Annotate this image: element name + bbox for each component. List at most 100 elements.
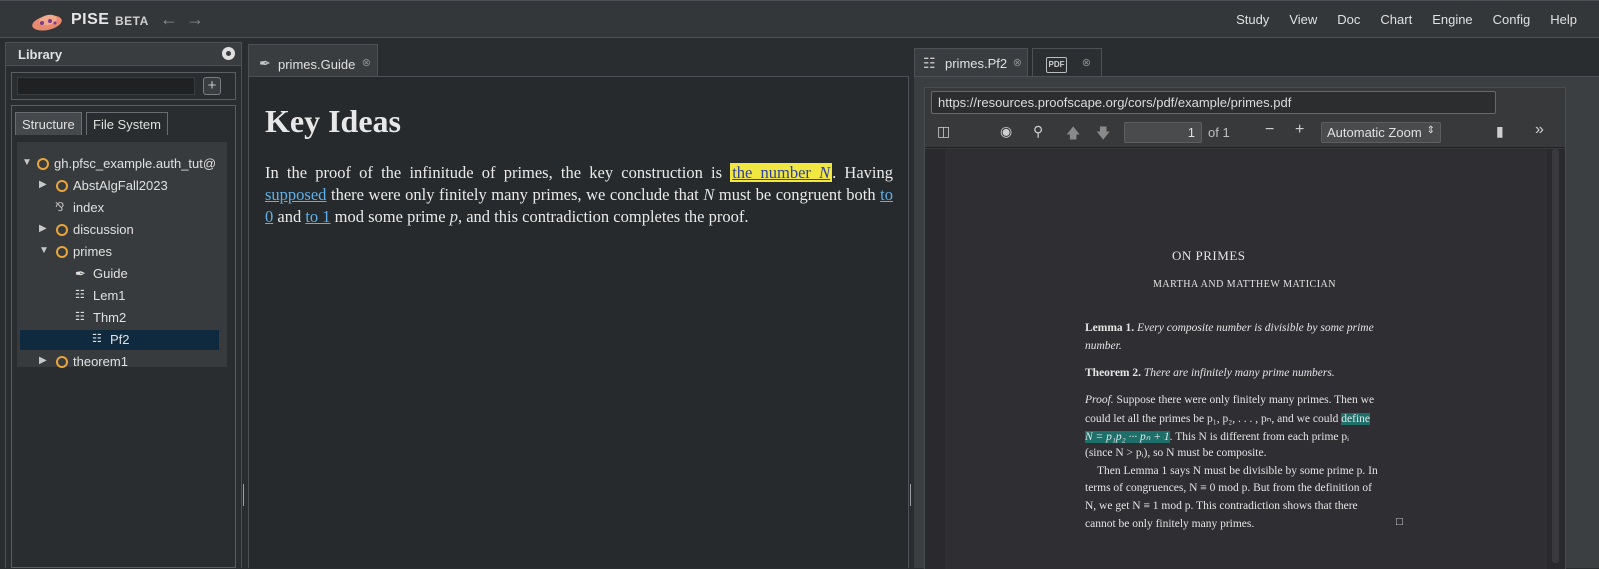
tree-item-pf2[interactable]: ☷ Pf2 (20, 330, 219, 350)
tree-item-abstalg[interactable]: ▶ AbstAlgFall2023 (17, 176, 227, 196)
tab-primes-guide[interactable]: ✒ primes.Guide ⊗ (248, 44, 378, 77)
pdf-highlight[interactable]: N = p₁p₂ ··· pₙ + 1 (1085, 431, 1170, 443)
pdf-proof-line: Then Lemma 1 says N must be divisible by… (1097, 465, 1378, 477)
tab-label: primes.Pf2 (945, 56, 1008, 71)
zoom-select[interactable]: Automatic Zoom ⇕ (1321, 122, 1441, 143)
link-supposed[interactable]: supposed (265, 185, 326, 204)
tools-menu-icon[interactable]: » (1535, 121, 1544, 139)
forward-arrow-icon[interactable]: → (186, 9, 204, 30)
tree-label: gh.pfsc_example.auth_tut@ (54, 156, 217, 171)
math-var: N (703, 185, 715, 204)
tree-item-theorem1[interactable]: ▶ theorem1 (17, 352, 227, 372)
tree-item-guide[interactable]: ✒ Guide (17, 264, 227, 284)
pdf-text: . This N is different from each prime pᵢ (1169, 431, 1349, 443)
splitter-handle[interactable] (910, 484, 911, 506)
zoom-value: Automatic Zoom (1327, 125, 1422, 140)
bookmark-icon[interactable]: ▮ (1496, 123, 1504, 140)
menu-view[interactable]: View (1289, 12, 1317, 27)
link-to-1[interactable]: to 1 (305, 207, 330, 226)
pdf-text: There are infinitely many prime numbers. (1143, 367, 1335, 379)
tree-label: theorem1 (73, 354, 128, 369)
tab-primes-pf2[interactable]: ☷ primes.Pf2 ⊗ (914, 48, 1028, 78)
annotation-icon: ⅋ (55, 200, 65, 214)
menu-config[interactable]: Config (1493, 12, 1531, 27)
close-icon[interactable]: ⊗ (1082, 56, 1091, 69)
menu-engine[interactable]: Engine (1432, 12, 1472, 27)
close-icon[interactable]: ⊗ (362, 56, 371, 69)
text: and (273, 207, 306, 226)
link-the-number-n[interactable]: the number N (730, 163, 833, 182)
tree-label: Thm2 (93, 310, 127, 325)
tree-item-primes[interactable]: ▼ primes (17, 242, 227, 262)
zoom-in-icon[interactable]: + (1295, 121, 1304, 139)
quill-icon: ✒ (75, 266, 86, 281)
previous-page-icon[interactable]: 🡅 (1066, 123, 1080, 147)
fingerprint-icon[interactable]: ◉ (1000, 123, 1012, 140)
pise-logo-icon (32, 14, 62, 31)
next-page-icon[interactable]: 🡇 (1096, 123, 1110, 147)
chevron-down-icon[interactable]: ▼ (22, 157, 32, 168)
qed-symbol: □ (1396, 516, 1403, 528)
library-search-input[interactable] (17, 77, 195, 95)
pdf-text: could let all the primes be p₁, p₂, . . … (1085, 413, 1342, 425)
sidebar-toggle-icon[interactable]: ◫ (937, 123, 950, 140)
chevron-right-icon[interactable]: ▶ (39, 355, 47, 366)
tree-item-thm2[interactable]: ☷ Thm2 (17, 308, 227, 328)
pdf-scrollbar[interactable] (1552, 149, 1559, 563)
tab-file-system[interactable]: File System (86, 112, 168, 135)
tree-label: discussion (73, 222, 134, 237)
menu-chart[interactable]: Chart (1380, 12, 1412, 27)
add-repo-button[interactable]: + (203, 77, 221, 95)
chevron-right-icon[interactable]: ▶ (39, 223, 47, 234)
structure-tree: ▼ gh.pfsc_example.auth_tut@ ▶ AbstAlgFal… (17, 142, 227, 369)
link-text: the number (732, 163, 820, 182)
pdf-page: ON PRIMES MARTHA AND MATTHEW MATICIAN Le… (945, 149, 1547, 569)
tree-label: index (73, 200, 105, 215)
menu-help[interactable]: Help (1550, 12, 1577, 27)
pdf-viewer: ◫ ◉ ⚲ 🡅 🡇 of 1 − + Automatic Zoom ⇕ ▮ » O… (924, 87, 1566, 569)
splitter-handle[interactable] (243, 484, 244, 506)
tree-item-discussion[interactable]: ▶ discussion (17, 220, 227, 240)
close-icon[interactable]: ⊗ (1013, 56, 1022, 69)
chevron-right-icon[interactable]: ▶ (39, 179, 47, 190)
link-var: N (819, 163, 831, 182)
pdf-text: Proof. (1085, 394, 1114, 406)
menu-study[interactable]: Study (1236, 12, 1269, 27)
pdf-proof-line: cannot be only finitely many primes. (1085, 518, 1255, 530)
deduction-icon: ☷ (923, 55, 936, 71)
tree-label: AbstAlgFall2023 (73, 178, 168, 193)
tree-item-index[interactable]: ⅋ index (17, 198, 227, 218)
text: there were only finitely many primes, we… (326, 185, 704, 204)
pdf-url-input[interactable] (931, 91, 1496, 114)
module-icon (56, 356, 68, 368)
menu-doc[interactable]: Doc (1337, 12, 1360, 27)
tab-structure[interactable]: Structure (15, 112, 82, 135)
guide-panel: ✒ primes.Guide ⊗ Key Ideas In the proof … (248, 42, 909, 568)
pdf-text: Every composite number is divisible by s… (1137, 322, 1374, 334)
pdf-panel: ☷ primes.Pf2 ⊗ PDF ⊗ ◫ ◉ ⚲ 🡅 🡇 of 1 − + … (914, 42, 1599, 569)
app-name: PISE (71, 11, 110, 28)
tab-label: primes.Guide (278, 57, 356, 72)
app-beta-badge: BETA (115, 14, 149, 28)
chevron-down-icon[interactable]: ▼ (39, 245, 49, 256)
search-icon[interactable]: ⚲ (1033, 123, 1043, 140)
module-icon (56, 180, 68, 192)
tree-item-repo[interactable]: ▼ gh.pfsc_example.auth_tut@ (17, 154, 227, 174)
page-count: of 1 (1208, 125, 1230, 140)
zoom-out-icon[interactable]: − (1265, 121, 1274, 139)
pdf-highlight[interactable]: define (1341, 413, 1371, 425)
page-number-input[interactable] (1124, 122, 1202, 143)
top-bar: PISE BETA ← → Study View Doc Chart Engin… (0, 0, 1599, 38)
quill-icon: ✒ (259, 55, 271, 71)
back-arrow-icon[interactable]: ← (160, 9, 178, 30)
tree-item-lem1[interactable]: ☷ Lem1 (17, 286, 227, 306)
tree-label: Pf2 (110, 332, 130, 347)
library-title: Library (18, 47, 63, 62)
tree-label: Lem1 (93, 288, 126, 303)
tab-pdf[interactable]: PDF ⊗ (1032, 48, 1102, 78)
pdf-proof-line: terms of congruences, N ≡ 0 mod p. But f… (1085, 482, 1372, 494)
gear-icon[interactable] (222, 47, 235, 60)
select-arrows-icon: ⇕ (1426, 125, 1435, 136)
pdf-label: Theorem 2. (1085, 367, 1142, 379)
pdf-label: Lemma 1. (1085, 322, 1135, 334)
